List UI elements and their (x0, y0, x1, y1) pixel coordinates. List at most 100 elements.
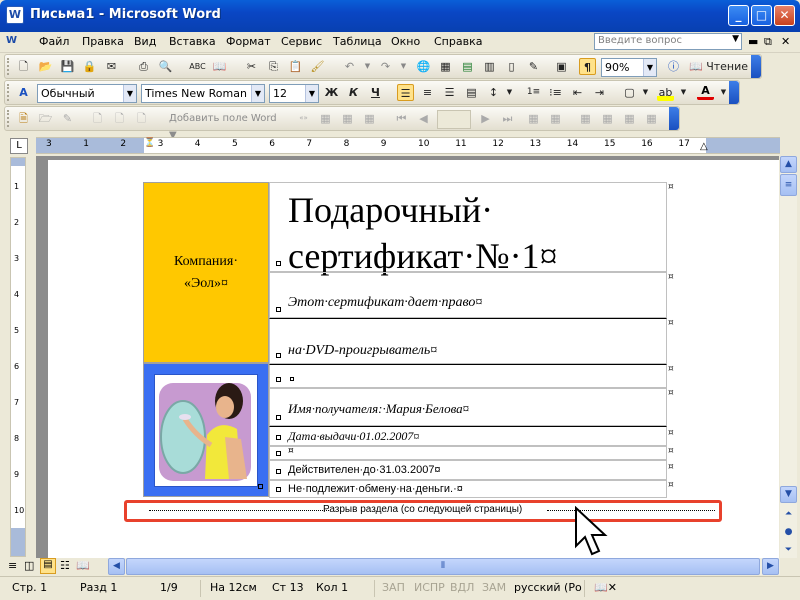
font-color-icon[interactable]: A (697, 84, 714, 100)
company-cell[interactable]: Компания· «Эол»¤ (143, 182, 269, 363)
document-page[interactable]: Компания· «Эол»¤ Подарочный· сертификат·… (48, 160, 779, 558)
bold-button[interactable]: Ж (323, 84, 340, 101)
tab-selector-button[interactable]: L (10, 138, 28, 154)
next-page-icon[interactable]: ⏷ (780, 542, 797, 556)
previous-record-icon[interactable]: ◀ (415, 110, 432, 127)
print-preview-icon[interactable]: 🔍 (157, 58, 174, 75)
italic-button[interactable]: К (345, 84, 362, 101)
increase-indent-icon[interactable]: ⇥ (591, 84, 608, 101)
toolbar-grip[interactable] (7, 110, 10, 127)
toolbar-options-icon[interactable] (729, 81, 739, 104)
reading-view-icon[interactable]: 📖 (76, 559, 90, 572)
status-line[interactable]: Ст 13 (272, 581, 304, 594)
horizontal-scrollbar[interactable]: ◀ ⦀ ▶ (108, 558, 780, 575)
zoom-dropdown-icon[interactable]: ▼ (643, 59, 656, 76)
close-button[interactable]: ✕ (774, 5, 795, 26)
help-question-input[interactable]: Введите вопрос ▼ (594, 33, 742, 50)
status-pages[interactable]: 1/9 (160, 581, 178, 594)
document-map-icon[interactable]: ▣ (553, 58, 570, 75)
new-document-icon[interactable]: 🗋 (15, 58, 32, 75)
format-painter-icon[interactable]: 🖌 (309, 58, 326, 75)
help-icon[interactable]: ⓘ (665, 58, 682, 75)
title-cell[interactable]: Подарочный· сертификат·№·1¤ (269, 182, 667, 276)
next-record-icon[interactable]: ▶ (477, 110, 494, 127)
maximize-button[interactable]: □ (751, 5, 772, 26)
toolbar-options-icon[interactable] (669, 107, 679, 130)
menu-edit[interactable]: Правка (82, 35, 124, 48)
line-spacing-dropdown-icon[interactable]: ▼ (501, 84, 518, 101)
normal-view-icon[interactable]: ≡ (8, 559, 17, 572)
status-record-macro[interactable]: ЗАП (382, 581, 405, 594)
redo-icon[interactable]: ↷ (377, 58, 394, 75)
open-data-source-icon[interactable]: 🗁 (37, 110, 54, 127)
print-layout-icon[interactable]: ▤ (40, 558, 56, 574)
check-errors-icon[interactable]: ▦ (547, 110, 564, 127)
image-cell[interactable] (143, 363, 269, 497)
toolbar-grip[interactable] (7, 84, 10, 101)
paste-icon[interactable]: 📋 (287, 58, 304, 75)
merge-to-email-icon[interactable]: ▦ (621, 110, 638, 127)
vertical-scrollbar[interactable]: ▲ ≡ ▼ ⏶ ● ⏷ (780, 156, 797, 558)
status-column[interactable]: Кол 1 (316, 581, 348, 594)
open-folder-icon[interactable]: 📂 (37, 58, 54, 75)
recipient-cell[interactable]: Имя·получателя:·Мария·Белова¤ (269, 388, 667, 426)
insert-address-icon[interactable]: 🗋 (89, 110, 106, 127)
empty-cell[interactable]: ¤ (269, 446, 667, 460)
scroll-left-icon[interactable]: ◀ (108, 558, 125, 575)
status-page[interactable]: Стр. 1 (12, 581, 47, 594)
print-icon[interactable]: ⎙ (135, 58, 152, 75)
horizontal-scroll-thumb[interactable]: ⦀ (126, 558, 760, 575)
previous-page-icon[interactable]: ⏶ (780, 506, 797, 523)
menu-help[interactable]: Справка (434, 35, 482, 48)
propagate-labels-icon[interactable]: ▦ (361, 110, 378, 127)
right-line1-cell[interactable]: Этот·сертификат·дает·право¤ (269, 272, 667, 318)
last-record-icon[interactable]: ⏭ (499, 110, 516, 127)
main-document-setup-icon[interactable]: 🗎 (15, 110, 32, 127)
clipart-woman-image[interactable] (154, 374, 258, 487)
reading-layout-button[interactable]: 📖 Чтение (689, 58, 749, 75)
merge-to-fax-icon[interactable]: ▦ (643, 110, 660, 127)
insert-greeting-icon[interactable]: 🗋 (111, 110, 128, 127)
undo-icon[interactable]: ↶ (341, 58, 358, 75)
insert-table-icon[interactable]: ▥ (481, 58, 498, 75)
add-word-field-button[interactable]: Добавить поле Word ▼ (169, 110, 287, 141)
first-line-indent-icon[interactable]: ⏳ (144, 138, 155, 148)
valid-until-cell[interactable]: Действителен·до·31.03.2007¤ (269, 460, 667, 480)
title-bar[interactable]: W Письма1 - Microsoft Word _ □ ✕ (0, 0, 800, 32)
match-fields-icon[interactable]: ▦ (339, 110, 356, 127)
columns-icon[interactable]: ▯ (503, 58, 520, 75)
style-dropdown-icon[interactable]: ▼ (123, 85, 136, 102)
menu-window[interactable]: Окно (391, 35, 420, 48)
decrease-indent-icon[interactable]: ⇤ (569, 84, 586, 101)
email-icon[interactable]: ✉ (103, 58, 120, 75)
tables-borders-icon[interactable]: ▦ (437, 58, 454, 75)
scroll-right-icon[interactable]: ▶ (762, 558, 779, 575)
style-combo[interactable]: Обычный ▼ (37, 84, 137, 103)
right-indent-icon[interactable]: △ (700, 141, 708, 152)
find-entry-icon[interactable]: ▦ (525, 110, 542, 127)
show-hide-marks-icon[interactable]: ¶ (579, 58, 596, 75)
drawing-icon[interactable]: ✎ (525, 58, 542, 75)
doc-close-icon[interactable]: ✕ (781, 35, 790, 48)
minimize-button[interactable]: _ (728, 5, 749, 26)
align-center-icon[interactable]: ≡ (419, 84, 436, 101)
word-app-icon[interactable]: W (6, 6, 24, 24)
font-combo[interactable]: Times New Roman ▼ (141, 84, 265, 103)
insert-excel-icon[interactable]: ▤ (459, 58, 476, 75)
status-overtype[interactable]: ЗАМ (482, 581, 506, 594)
zoom-combo[interactable]: 90% ▼ (601, 58, 657, 77)
insert-fields-icon[interactable]: 🗋 (133, 110, 150, 127)
menu-table[interactable]: Таблица (333, 35, 382, 48)
menu-format[interactable]: Формат (226, 35, 271, 48)
menu-view[interactable]: Вид (134, 35, 156, 48)
scroll-down-icon[interactable]: ▼ (780, 486, 797, 503)
doc-minimize-icon[interactable]: ▬ (748, 35, 758, 48)
status-track-changes[interactable]: ИСПР (414, 581, 445, 594)
outline-view-icon[interactable]: ☷ (60, 559, 70, 572)
issue-date-cell[interactable]: Дата·выдачи·01.02.2007¤ (269, 426, 667, 446)
justify-icon[interactable]: ▤ (463, 84, 480, 101)
spelling-status-icon[interactable]: 📖✕ (594, 581, 617, 594)
horizontal-ruler[interactable]: 3 1 2 3 4 5 6 7 8 9 10 11 12 13 14 15 16 17 ⏳ △ (36, 137, 780, 154)
align-left-icon[interactable]: ☰ (397, 84, 414, 101)
menu-insert[interactable]: Вставка (169, 35, 216, 48)
